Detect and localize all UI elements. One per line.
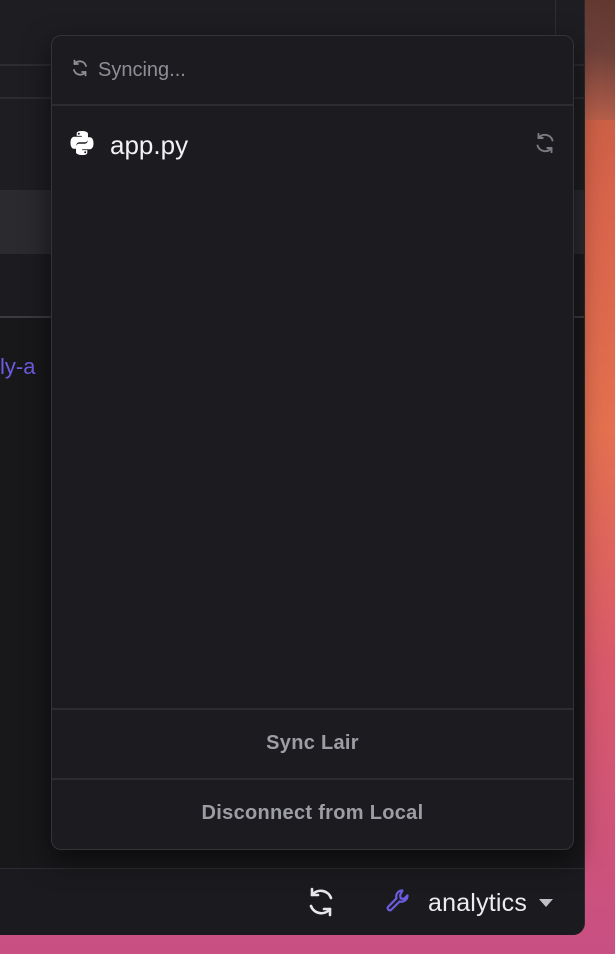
wrench-icon xyxy=(384,886,414,921)
background-link-text[interactable]: ly-a xyxy=(0,354,35,380)
popover-header: Syncing... xyxy=(52,36,573,106)
file-item-app-py[interactable]: app.py xyxy=(52,108,573,182)
sync-status-text: Syncing... xyxy=(98,58,186,81)
sync-popover: Syncing... app.py Sync Lair Disconnect f… xyxy=(51,35,574,850)
sync-icon xyxy=(304,885,338,924)
file-name: app.py xyxy=(110,129,189,160)
disconnect-button[interactable]: Disconnect from Local xyxy=(52,778,573,846)
environment-selector[interactable]: analytics xyxy=(384,882,554,924)
caret-down-icon xyxy=(539,899,554,907)
environment-label: analytics xyxy=(428,888,528,917)
sync-icon xyxy=(533,131,557,160)
sync-lair-button[interactable]: Sync Lair xyxy=(52,708,573,776)
status-sync-button[interactable] xyxy=(303,886,339,922)
python-icon xyxy=(68,129,96,162)
sync-icon xyxy=(70,58,90,83)
